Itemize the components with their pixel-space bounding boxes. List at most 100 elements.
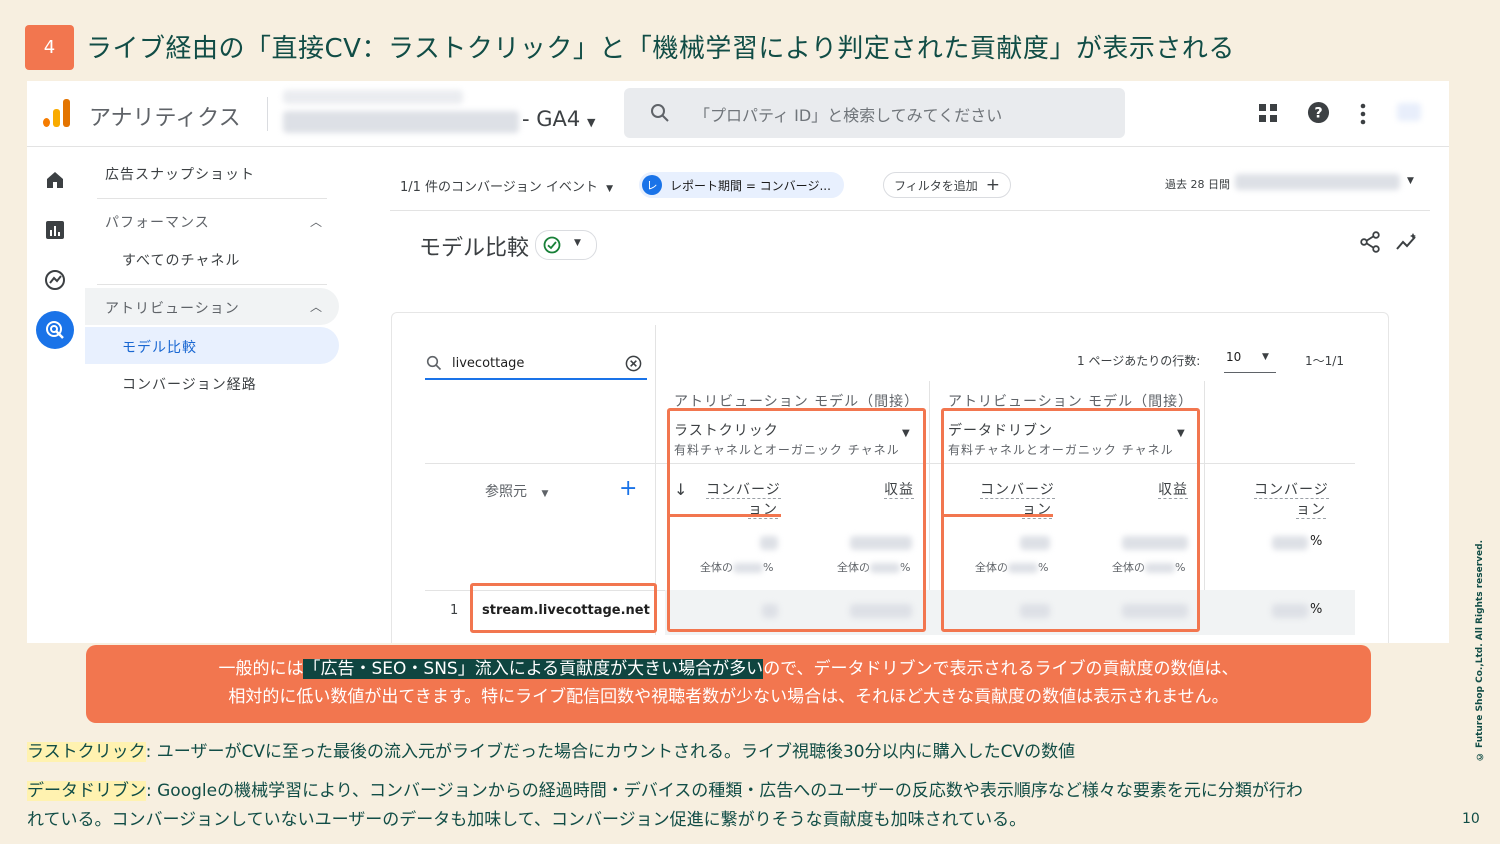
app-name: アナリティクス bbox=[89, 106, 241, 131]
percent-sign: % bbox=[1310, 534, 1323, 549]
svg-text:?: ? bbox=[1314, 105, 1322, 121]
dimension-header: 参照元 bbox=[485, 484, 527, 500]
clear-icon[interactable] bbox=[625, 355, 642, 372]
nav-rail bbox=[27, 147, 85, 643]
conversion-event-label: 1/1 件のコンバージョン イベント bbox=[400, 180, 598, 195]
sidebar-item-all-channels[interactable]: すべてのチャネル bbox=[122, 250, 240, 270]
analytics-screenshot: アナリティクス - GA4 ▼ 「プロパティ ID」と検索してみてください ? bbox=[27, 81, 1449, 643]
chevron-up-icon[interactable]: ︿ bbox=[310, 213, 322, 230]
grid-icon[interactable] bbox=[1258, 103, 1278, 123]
callout-box-source bbox=[470, 583, 657, 633]
date-range-label: 過去 28 日間 bbox=[1165, 178, 1230, 191]
note-datadriven-cont: れている。コンバージョンしていないユーザーのデータも加味して、コンバージョン促進… bbox=[27, 810, 1027, 830]
total-value-redacted bbox=[1272, 536, 1308, 550]
banner-line-1: 一般的には「広告・SEO・SNS」流入による貢献度が大きい場合が多いので、データ… bbox=[86, 655, 1371, 683]
advertising-icon bbox=[46, 321, 64, 339]
caret-down-icon: ▼ bbox=[586, 116, 596, 129]
banner-highlight: 「広告・SEO・SNS」流入による貢献度が大きい場合が多い bbox=[303, 659, 764, 679]
add-filter-label: フィルタを追加 bbox=[894, 178, 978, 193]
caret-down-icon: ▼ bbox=[606, 184, 613, 194]
caret-down-icon: ▼ bbox=[1262, 352, 1269, 362]
caret-down-icon: ▼ bbox=[574, 238, 581, 248]
property-label: - GA4 bbox=[522, 107, 581, 131]
model-comparison-table: 1 ページあたりの行数: 10 ▼ 1〜1/1 アトリビューション モデル（間接… bbox=[391, 312, 1389, 643]
check-circle-icon bbox=[543, 236, 561, 254]
property-selector[interactable]: - GA4 ▼ bbox=[522, 107, 595, 131]
report-status-dropdown[interactable]: ▼ bbox=[535, 230, 597, 260]
sidebar: 広告スナップショット パフォーマンス ︿ すべてのチャネル アトリビューション … bbox=[85, 147, 345, 643]
page-number: 10 bbox=[1462, 811, 1480, 827]
row-index: 1 bbox=[450, 603, 459, 618]
banner-text: ので、データドリブンで表示されるライブの貢献度の数値は、 bbox=[763, 659, 1239, 679]
rows-per-page-value: 10 bbox=[1226, 350, 1242, 364]
explore-icon[interactable] bbox=[44, 269, 66, 291]
explanation-banner: 一般的には「広告・SEO・SNS」流入による貢献度が大きい場合が多いので、データ… bbox=[86, 645, 1371, 723]
divider bbox=[390, 210, 1430, 211]
conv-label: コンバージ bbox=[1254, 482, 1329, 499]
plus-icon: + bbox=[985, 175, 1001, 195]
sidebar-item-ad-snapshot[interactable]: 広告スナップショット bbox=[105, 164, 255, 184]
sidebar-section-performance[interactable]: パフォーマンス bbox=[105, 212, 210, 232]
top-bar: アナリティクス - GA4 ▼ 「プロパティ ID」と検索してみてください ? bbox=[27, 81, 1449, 147]
banner-text: 一般的には bbox=[218, 659, 304, 679]
chevron-up-icon: ︿ bbox=[310, 300, 323, 314]
property-name-redacted[interactable] bbox=[283, 111, 519, 133]
rows-per-page-label: 1 ページあたりの行数: bbox=[1077, 354, 1201, 368]
report-period-label: レポート期間 = コンバージ... bbox=[670, 178, 831, 193]
search-icon bbox=[426, 355, 442, 371]
search-icon bbox=[651, 104, 669, 122]
banner-line-2: 相対的に低い数値が出てきます。特にライブ配信回数や視聴者数が少ない場合は、それほ… bbox=[228, 687, 1229, 707]
account-name-redacted bbox=[283, 90, 463, 104]
sidebar-section-label: アトリビューション bbox=[105, 301, 240, 317]
note-desc: : ユーザーがCVに至った最後の流入元がライブだった場合にカウントされる。ライブ… bbox=[145, 742, 1076, 762]
help-icon[interactable]: ? bbox=[1307, 101, 1330, 124]
sidebar-item-conversion-paths[interactable]: コンバージョン経路 bbox=[122, 374, 257, 394]
report-title: モデル比較 bbox=[419, 236, 530, 261]
add-filter-button[interactable]: フィルタを追加 + bbox=[883, 172, 1012, 198]
home-icon[interactable] bbox=[45, 170, 65, 190]
callout-box-lastclick bbox=[667, 408, 926, 632]
note-lastclick: ラストクリック: ユーザーがCVに至った最後の流入元がライブだった場合にカウント… bbox=[27, 737, 1075, 762]
analytics-logo-icon bbox=[43, 99, 71, 127]
conversion-event-dropdown[interactable]: 1/1 件のコンバージョン イベント ▼ bbox=[400, 176, 613, 195]
note-datadriven: データドリブン: Googleの機械学習により、コンバージョンからの経過時間・デ… bbox=[27, 776, 1303, 801]
note-term: ラストクリック bbox=[27, 742, 146, 762]
sidebar-item-label: モデル比較 bbox=[122, 340, 197, 356]
slide-number-badge: 4 bbox=[25, 25, 74, 70]
caret-down-icon[interactable]: ▼ bbox=[1407, 176, 1414, 186]
account-avatar[interactable] bbox=[1397, 103, 1421, 121]
search-placeholder: 「プロパティ ID」と検索してみてください bbox=[694, 106, 1003, 125]
report-badge: レ bbox=[642, 175, 662, 195]
slide-title: ライブ経由の「直接CV：ラストクリック」と「機械学習により判定された貢献度」が表… bbox=[86, 34, 1235, 64]
date-range-redacted[interactable] bbox=[1235, 174, 1400, 190]
row-value-redacted bbox=[1272, 604, 1308, 618]
sidebar-item-model-comparison[interactable]: モデル比較 bbox=[85, 327, 339, 364]
callout-underline bbox=[668, 514, 781, 517]
divider bbox=[97, 284, 327, 285]
caret-down-icon: ▼ bbox=[541, 489, 549, 499]
dimension-dropdown[interactable]: 参照元 ▼ bbox=[485, 481, 548, 501]
add-dimension-plus-icon[interactable]: + bbox=[619, 476, 637, 501]
reports-icon[interactable] bbox=[45, 220, 65, 240]
percent-sign: % bbox=[1310, 602, 1323, 617]
table-search-input[interactable] bbox=[450, 351, 614, 375]
note-term: データドリブン bbox=[27, 781, 146, 801]
insights-icon[interactable] bbox=[1395, 231, 1419, 253]
report-period-chip[interactable]: レ レポート期間 = コンバージ... bbox=[639, 172, 844, 198]
share-icon[interactable] bbox=[1359, 231, 1381, 253]
search-box[interactable]: 「プロパティ ID」と検索してみてください bbox=[624, 88, 1125, 138]
sidebar-section-attribution[interactable]: アトリビューション ︿ bbox=[85, 288, 339, 325]
search-underline bbox=[425, 378, 647, 380]
divider bbox=[267, 97, 268, 131]
note-desc: : Googleの機械学習により、コンバージョンからの経過時間・デバイスの種類・… bbox=[146, 781, 1303, 801]
conv-label: ョン bbox=[1296, 502, 1326, 519]
callout-box-datadriven bbox=[941, 408, 1200, 632]
callout-underline bbox=[942, 514, 1053, 517]
divider bbox=[97, 198, 327, 199]
advertising-nav-button[interactable] bbox=[36, 311, 74, 349]
metric-header-conversions[interactable]: コンバージ ョン bbox=[1254, 479, 1329, 519]
copyright: © Future Shop Co.,Ltd. All Rights reserv… bbox=[1475, 540, 1485, 762]
pagination-range: 1〜1/1 bbox=[1305, 354, 1344, 368]
more-icon[interactable] bbox=[1357, 103, 1369, 125]
rows-per-page-select[interactable]: 10 ▼ bbox=[1224, 346, 1276, 373]
